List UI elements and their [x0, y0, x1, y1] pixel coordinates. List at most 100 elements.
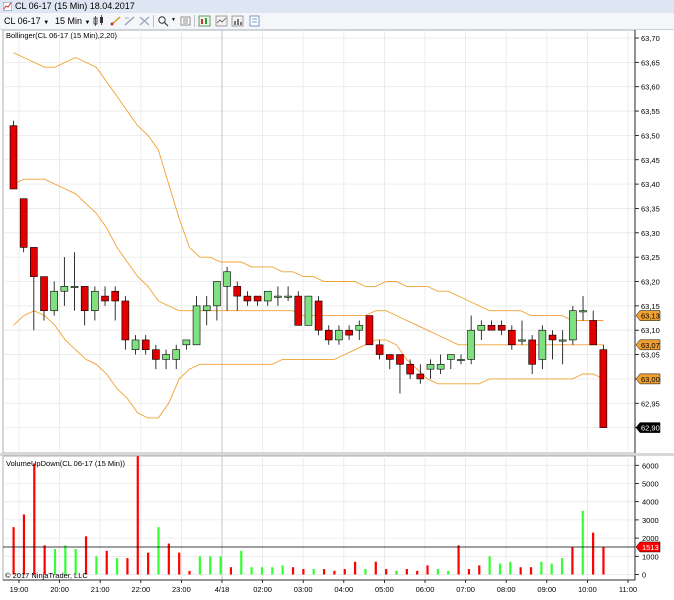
down-candle-body [19, 198, 28, 248]
volume-bar-down [147, 552, 150, 575]
down-candle-body [121, 300, 130, 341]
chart-style-icon[interactable] [198, 15, 211, 27]
up-candle-body [274, 295, 282, 298]
up-candle-body [213, 281, 221, 307]
properties-icon[interactable] [179, 15, 192, 27]
down-candle-body [406, 363, 414, 375]
volume-bar-up [581, 510, 584, 575]
price-tick-label: 63,05 [641, 351, 660, 360]
up-candle-body [70, 286, 79, 288]
time-tick-label: 05:00 [375, 585, 394, 594]
zoom-icon[interactable] [157, 15, 170, 27]
down-candle-body [324, 329, 333, 341]
price-axis[interactable]: 63,70 63,65 63,60 63,55 63,50 63,45 63,40 63,35… [635, 34, 660, 433]
price-tick-label: 63,10 [641, 326, 660, 335]
interval-selector[interactable]: 15 Min ▼ [55, 15, 90, 27]
up-candle-body [518, 339, 526, 342]
volume-bar-down [353, 561, 357, 575]
volume-bar-down [333, 570, 336, 575]
data-box-icon[interactable] [248, 15, 261, 27]
volume-tick-label: 6000 [642, 461, 659, 470]
price-marker-label: 62,90 [641, 424, 660, 433]
volume-bar-up [250, 567, 253, 575]
volume-bar-up [364, 569, 367, 575]
price-tick-label: 63,45 [641, 156, 660, 165]
volume-bar-down [84, 536, 88, 575]
price-marker: 63,00 [635, 373, 661, 385]
candle [314, 296, 323, 336]
down-candle-body [375, 344, 384, 355]
down-candle-body [152, 349, 160, 360]
volume-bar-down [136, 456, 139, 575]
up-candle-body [426, 363, 435, 370]
stop-icon[interactable] [138, 15, 151, 27]
volume-bar-up [115, 558, 119, 575]
zoom-dropdown-icon[interactable]: ▼ [171, 17, 176, 23]
strategies-icon[interactable] [231, 15, 244, 27]
volume-bar-down [405, 569, 408, 575]
time-tick-label: 19:00 [10, 585, 29, 594]
up-candle-body [192, 305, 201, 346]
candle [365, 315, 374, 346]
chart-app-icon [3, 2, 12, 11]
volume-marker: 1513 [635, 541, 661, 553]
chart-window: CL 06-17 (15 Min) 18.04.2017 CL 06-17 ▼ … [0, 0, 674, 600]
time-tick-label: 11:00 [619, 585, 637, 594]
drawing-tool-icon[interactable] [109, 15, 122, 27]
volume-bar-up [498, 563, 502, 575]
price-plot-background [2, 30, 636, 454]
volume-bar-down [571, 547, 574, 575]
volume-bar-down [457, 545, 460, 575]
down-candle-body [243, 295, 252, 302]
volume-bar-down [178, 552, 181, 575]
volume-axis[interactable]: 6000500040003000200010000 [635, 461, 659, 580]
price-marker-label: 63,13 [641, 312, 660, 321]
volume-bar-up [395, 570, 398, 575]
volume-bar-up [312, 569, 315, 575]
instrument-selector[interactable]: CL 06-17 ▼ [4, 15, 49, 27]
down-candle-body [141, 339, 150, 350]
volume-bar-down [519, 567, 522, 575]
price-tick-label: 62,95 [641, 399, 660, 408]
candle [569, 305, 577, 345]
volume-bar-up [209, 556, 212, 575]
volume-marker-label: 1513 [642, 543, 659, 552]
volume-bar-down [478, 565, 481, 575]
down-candle-body [508, 329, 516, 346]
price-tick-label: 63,60 [641, 83, 660, 92]
volume-plot-background [2, 455, 636, 581]
down-candle-body [345, 329, 353, 336]
volume-bar-down [229, 567, 233, 575]
volume-bar-up [540, 561, 543, 575]
volume-bar-down [302, 569, 305, 575]
up-candle-body [477, 325, 486, 331]
indicators-icon[interactable] [215, 15, 228, 27]
pencil-icon[interactable] [123, 15, 136, 27]
bar-type-icon[interactable] [92, 15, 105, 27]
volume-bar-down [12, 527, 15, 575]
candle [294, 291, 303, 326]
candle [304, 295, 313, 326]
volume-bar-up [447, 570, 450, 575]
copyright-text: © 2017 NinjaTrader, LLC [5, 571, 88, 580]
time-tick-label: 09:00 [537, 585, 556, 594]
down-candle-body [396, 354, 404, 365]
volume-bar-down [322, 569, 326, 575]
up-candle-body [284, 295, 292, 298]
time-tick-label: 10:00 [578, 585, 597, 594]
chart-area[interactable]: 63,70 63,65 63,60 63,55 63,50 63,45 63,40 63,35… [0, 30, 674, 600]
time-tick-label: 06:00 [416, 585, 435, 594]
down-candle-body [80, 286, 89, 312]
price-marker-label: 63,07 [641, 341, 660, 350]
down-candle-body [233, 286, 242, 297]
volume-bar-up [157, 527, 160, 575]
down-candle-body [294, 295, 303, 326]
volume-bar-up [95, 556, 98, 575]
time-axis[interactable]: 19:00 20:00 21:00 22:00 23:00 4/18 02:00 03:00 0… [3, 579, 637, 594]
panel-splitter[interactable] [0, 453, 674, 456]
up-candle-body [223, 271, 231, 287]
up-candle-body [569, 310, 577, 341]
up-candle-body [304, 295, 313, 326]
volume-bar-down [385, 569, 388, 575]
down-candle-body [497, 325, 506, 331]
